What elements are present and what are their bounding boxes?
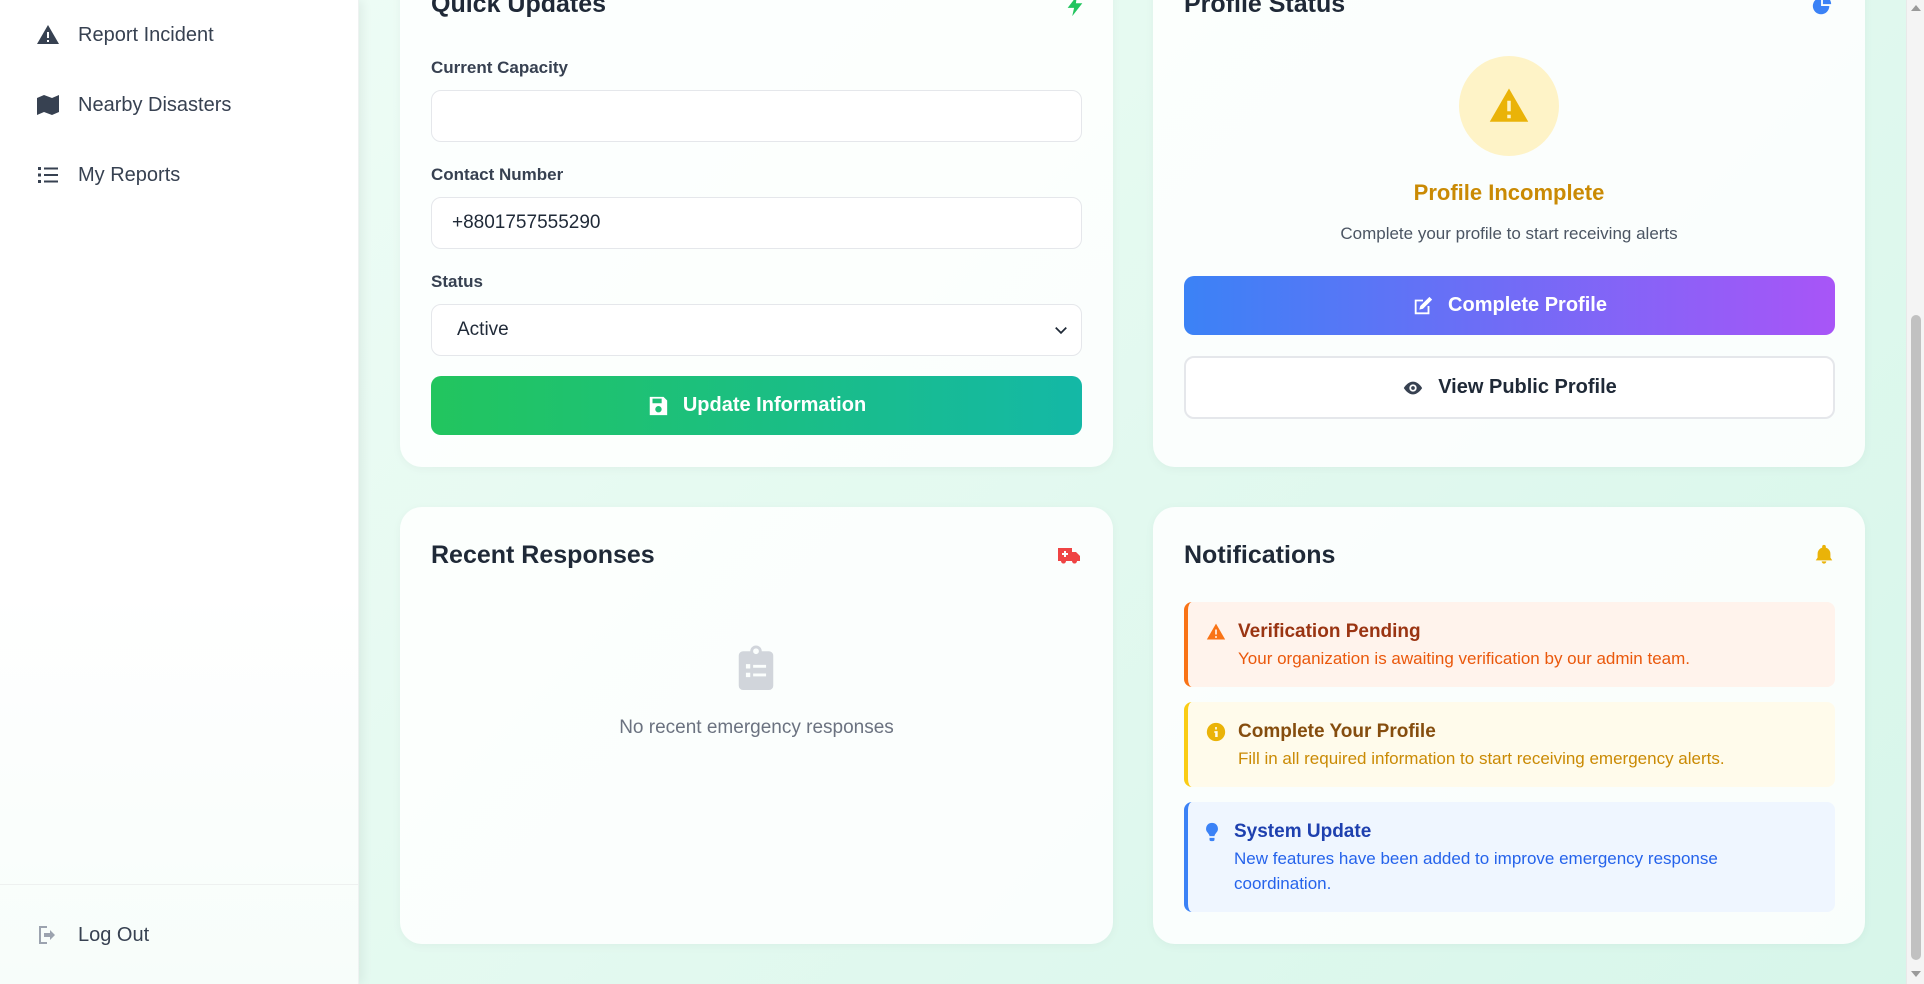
lightbulb-icon [1206, 822, 1218, 842]
status-selected-value: Active [457, 319, 509, 340]
pie-chart-icon [1812, 0, 1832, 15]
list-icon [38, 167, 58, 183]
profile-status-description: Complete your profile to start receiving… [1340, 224, 1678, 243]
notification-text: New features have been added to improve … [1234, 849, 1718, 893]
notification-title: Verification Pending [1238, 621, 1421, 642]
page-scrollbar[interactable] [1906, 0, 1924, 984]
clipboard-list-icon [738, 645, 774, 690]
notification-text: Fill in all required information to star… [1238, 749, 1725, 768]
logout-label: Log Out [78, 923, 150, 946]
scroll-up-arrow[interactable] [1911, 5, 1921, 11]
profile-status-title: Profile Status [1184, 0, 1346, 18]
profile-status-card: Profile Status Profile Incomplete Comple… [1153, 0, 1865, 467]
notification-verification-pending[interactable]: Verification Pending Your organization i… [1184, 602, 1835, 687]
empty-responses-text: No recent emergency responses [619, 717, 894, 738]
edit-icon [1414, 296, 1433, 314]
sidebar-item-report-incident[interactable]: Report Incident [36, 15, 214, 55]
notifications-card: Notifications Verification Pending Your … [1153, 507, 1865, 944]
complete-profile-button[interactable]: Complete Profile [1184, 276, 1835, 335]
bolt-icon [1067, 0, 1083, 17]
bell-icon [1815, 544, 1833, 564]
map-icon [37, 95, 59, 115]
logout-icon [39, 926, 55, 944]
view-public-profile-label: View Public Profile [1438, 376, 1617, 398]
profile-warning-badge [1459, 56, 1559, 156]
sidebar-item-nearby-disasters[interactable]: Nearby Disasters [36, 85, 231, 125]
notification-title: Complete Your Profile [1238, 721, 1436, 742]
notification-system-update[interactable]: System Update New features have been add… [1184, 802, 1835, 912]
sidebar: Report Incident Nearby Disasters My Repo… [0, 0, 359, 984]
capacity-input[interactable] [431, 90, 1082, 142]
capacity-label: Current Capacity [431, 58, 568, 77]
quick-updates-card: Quick Updates Current Capacity Contact N… [400, 0, 1113, 467]
notification-title: System Update [1234, 821, 1372, 842]
status-select[interactable]: Active [431, 304, 1082, 356]
sidebar-item-my-reports[interactable]: My Reports [36, 155, 180, 195]
update-information-label: Update Information [682, 394, 867, 416]
recent-responses-card: Recent Responses No recent emergency res… [400, 507, 1113, 944]
sidebar-item-label: Nearby Disasters [78, 93, 232, 116]
recent-responses-title: Recent Responses [431, 541, 655, 569]
contact-label: Contact Number [431, 165, 564, 184]
profile-status-state: Profile Incomplete [1413, 180, 1605, 205]
info-circle-icon [1206, 722, 1226, 742]
eye-icon [1404, 381, 1423, 394]
status-label: Status [431, 272, 483, 291]
contact-input[interactable] [431, 197, 1082, 249]
notifications-title: Notifications [1184, 541, 1336, 569]
warning-triangle-icon [37, 25, 59, 44]
view-public-profile-button[interactable]: View Public Profile [1184, 356, 1835, 419]
chevron-down-icon [1055, 327, 1067, 335]
notification-text: Your organization is awaiting verificati… [1238, 649, 1691, 668]
scroll-down-arrow[interactable] [1911, 971, 1921, 977]
update-information-button[interactable]: Update Information [431, 376, 1082, 435]
complete-profile-label: Complete Profile [1448, 294, 1607, 316]
sidebar-divider [0, 884, 359, 885]
notification-complete-profile[interactable]: Complete Your Profile Fill in all requir… [1184, 702, 1835, 787]
ambulance-icon [1058, 548, 1080, 564]
warning-triangle-icon [1206, 623, 1226, 640]
quick-updates-title: Quick Updates [431, 0, 607, 18]
sidebar-item-label: Report Incident [78, 23, 214, 46]
save-icon [649, 396, 667, 415]
logout-button[interactable]: Log Out [36, 915, 149, 955]
scroll-thumb[interactable] [1911, 315, 1921, 960]
warning-triangle-icon [1489, 88, 1529, 122]
sidebar-item-label: My Reports [78, 163, 181, 186]
